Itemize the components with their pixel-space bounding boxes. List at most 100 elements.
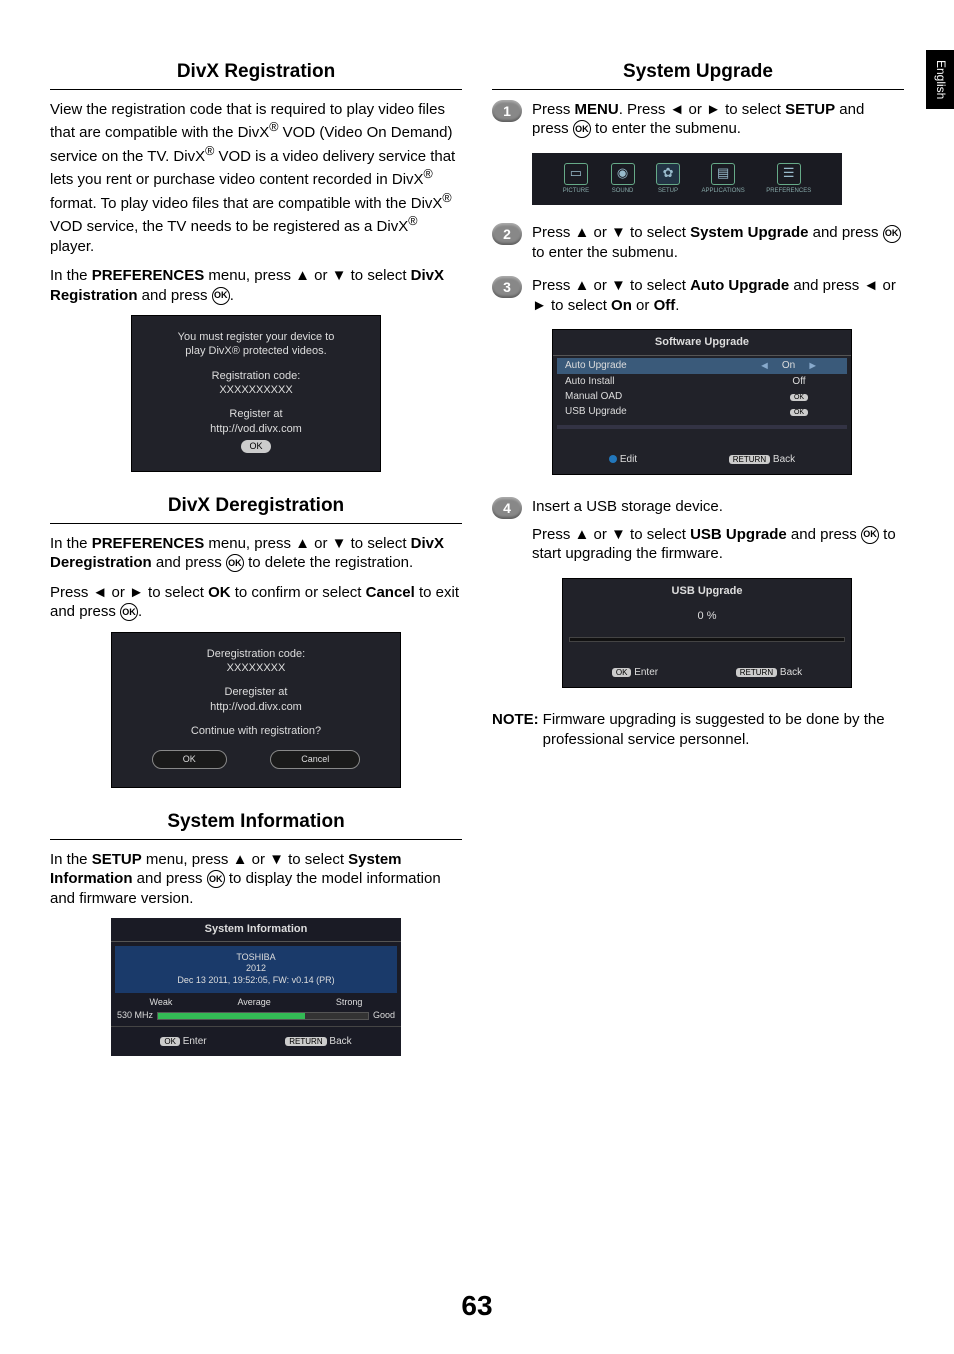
t: OK xyxy=(208,584,231,601)
t: Press ◄ or ► to select xyxy=(50,584,208,601)
signal-bar xyxy=(157,1012,369,1020)
osd-ok-button[interactable]: OK xyxy=(152,750,227,769)
icon-label: SOUND xyxy=(612,188,634,196)
row-label: Auto Install xyxy=(565,375,759,388)
system-information-title: System Information xyxy=(50,810,462,840)
t: Off xyxy=(654,297,676,314)
ok-icon: OK xyxy=(212,287,230,305)
signal-strong: Strong xyxy=(336,997,363,1009)
divx-reg-osd: You must register your device to play Di… xyxy=(131,315,381,472)
menu-icon-picture: ▭PICTURE xyxy=(563,163,589,196)
t: In the xyxy=(50,267,92,284)
row-label: Auto Upgrade xyxy=(565,359,759,372)
t: Press ▲ or ▼ to select xyxy=(532,224,690,241)
t: Press xyxy=(532,101,575,118)
menu-icon-preferences: ☰PREFERENCES xyxy=(766,163,811,196)
t: SETUP xyxy=(785,101,835,118)
blue-dot-icon xyxy=(609,455,617,463)
t: Auto Upgrade xyxy=(690,277,789,294)
step-3: 3 Press ▲ or ▼ to select Auto Upgrade an… xyxy=(492,276,904,315)
enter-label: Enter xyxy=(634,667,658,678)
osd-line: You must register your device to xyxy=(150,330,362,344)
row-value: Off xyxy=(759,375,839,388)
note: NOTE: Firmware upgrading is suggested to… xyxy=(492,710,904,749)
osd-row-usb-upgrade[interactable]: USB Upgrade OK xyxy=(557,404,847,419)
divx-reg-para2: In the PREFERENCES menu, press ▲ or ▼ to… xyxy=(50,266,462,305)
signal-freq: 530 MHz xyxy=(117,1010,153,1022)
back-label: Back xyxy=(780,667,802,678)
t: player. xyxy=(50,238,94,255)
step-badge-1: 1 xyxy=(492,100,522,122)
t: USB Upgrade xyxy=(690,526,787,543)
t: and press xyxy=(787,526,861,543)
signal-average: Average xyxy=(237,997,270,1009)
osd-line: http://vod.divx.com xyxy=(130,700,382,714)
osd-header: Software Upgrade xyxy=(553,330,851,355)
osd-line: http://vod.divx.com xyxy=(150,422,362,436)
t: System Upgrade xyxy=(690,224,808,241)
t: MENU xyxy=(575,101,619,118)
t: to confirm or select xyxy=(231,584,366,601)
t: to delete the registration. xyxy=(244,554,413,571)
osd-cancel-button[interactable]: Cancel xyxy=(270,750,360,769)
osd-line: Register at xyxy=(150,407,362,421)
t: Press ▲ or ▼ to select xyxy=(532,277,690,294)
osd-line: Registration code: xyxy=(150,369,362,383)
note-text: Firmware upgrading is suggested to be do… xyxy=(543,710,904,749)
back-label: Back xyxy=(329,1036,351,1047)
sys-info-para: In the SETUP menu, press ▲ or ▼ to selec… xyxy=(50,850,462,909)
divx-dereg-para2: Press ◄ or ► to select OK to confirm or … xyxy=(50,583,462,622)
system-information-osd: System Information TOSHIBA 2012 Dec 13 2… xyxy=(111,918,401,1056)
t: and press xyxy=(133,870,207,887)
row-label: Manual OAD xyxy=(565,390,759,403)
menu-icon-setup: ✿SETUP xyxy=(656,163,680,196)
note-label: NOTE: xyxy=(492,710,539,749)
osd-ok-button[interactable]: OK xyxy=(241,440,270,453)
divx-dereg-para1: In the PREFERENCES menu, press ▲ or ▼ to… xyxy=(50,534,462,573)
edit-label: Edit xyxy=(620,454,637,465)
t: menu, press ▲ or ▼ to select xyxy=(204,535,410,552)
t: Press ▲ or ▼ to select xyxy=(532,526,690,543)
osd-build: Dec 13 2011, 19:52:05, FW: v0.14 (PR) xyxy=(121,975,391,987)
osd-row-auto-upgrade[interactable]: Auto Upgrade ◄On► xyxy=(557,358,847,374)
t: PREFERENCES xyxy=(92,535,205,552)
divx-reg-para1: View the registration code that is requi… xyxy=(50,100,462,257)
t: menu, press ▲ or ▼ to select xyxy=(142,851,348,868)
return-pill: RETURN xyxy=(736,668,777,677)
osd-line: Deregister at xyxy=(130,685,382,699)
ok-pill: OK xyxy=(160,1037,180,1046)
osd-year: 2012 xyxy=(121,963,391,975)
osd-brand: TOSHIBA xyxy=(121,952,391,964)
row-value: OK xyxy=(790,409,808,416)
step4-line1: Insert a USB storage device. xyxy=(532,497,904,517)
t: . Press ◄ or ► to select xyxy=(619,101,785,118)
t: or xyxy=(632,297,654,314)
t: VOD service, the TV needs to be register… xyxy=(50,218,408,235)
divx-dereg-osd: Deregistration code: XXXXXXXX Deregister… xyxy=(111,632,401,788)
row-label: USB Upgrade xyxy=(565,405,759,418)
t: and press xyxy=(808,224,882,241)
t: and press xyxy=(152,554,226,571)
row-value: On xyxy=(782,359,795,372)
row-value: OK xyxy=(790,394,808,401)
osd-row-auto-install[interactable]: Auto Install Off xyxy=(557,374,847,389)
step-4: 4 Insert a USB storage device. Press ▲ o… xyxy=(492,497,904,564)
t: to enter the submenu. xyxy=(591,120,741,137)
language-tab: English xyxy=(926,50,954,109)
right-column: System Upgrade 1 Press MENU. Press ◄ or … xyxy=(492,60,904,1066)
icon-label: PREFERENCES xyxy=(766,188,811,196)
ok-icon: OK xyxy=(573,120,591,138)
t: In the xyxy=(50,851,92,868)
step-badge-2: 2 xyxy=(492,223,522,245)
osd-header: USB Upgrade xyxy=(563,579,851,603)
osd-line: Continue with registration? xyxy=(130,724,382,738)
t: menu, press ▲ or ▼ to select xyxy=(204,267,410,284)
step-2: 2 Press ▲ or ▼ to select System Upgrade … xyxy=(492,223,904,262)
icon-label: SETUP xyxy=(658,188,678,196)
osd-line: XXXXXXXX xyxy=(130,661,382,675)
ok-icon: OK xyxy=(207,870,225,888)
usb-percentage: 0 % xyxy=(563,603,851,637)
return-pill: RETURN xyxy=(729,455,770,464)
t: SETUP xyxy=(92,851,142,868)
osd-row-manual-oad[interactable]: Manual OAD OK xyxy=(557,389,847,404)
